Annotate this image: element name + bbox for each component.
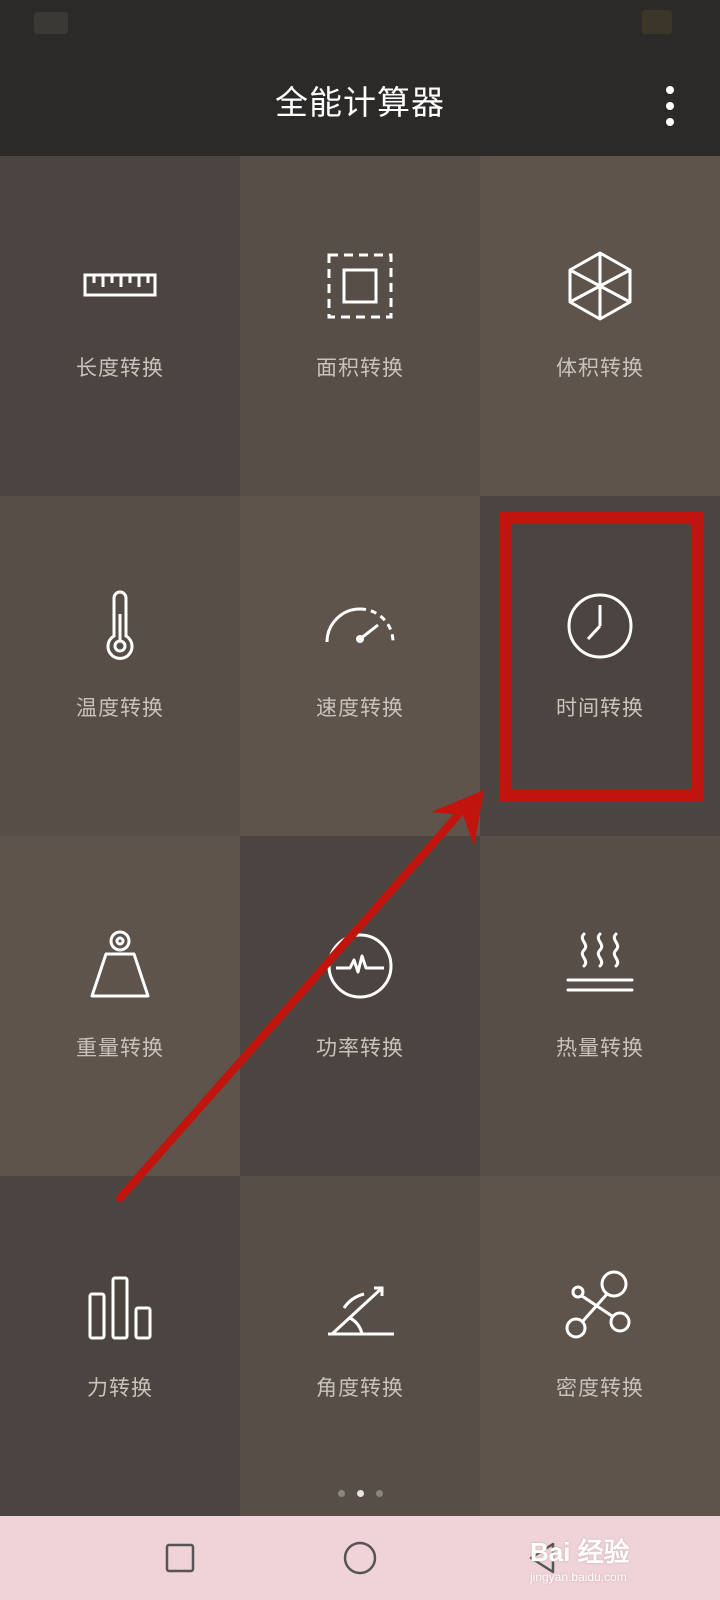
tile-label: 面积转换 <box>316 357 404 380</box>
baidu-watermark: Bai 经验 jingyan.baidu.com <box>530 1530 690 1588</box>
tile-label: 功率转换 <box>316 1037 404 1060</box>
circle-icon <box>343 1541 377 1575</box>
power-pulse-icon <box>324 930 396 1002</box>
menu-dot <box>666 86 674 94</box>
tile-label: 力转换 <box>87 1377 153 1400</box>
tile-time[interactable]: 时间转换 <box>480 496 720 836</box>
cube-icon <box>564 250 636 322</box>
app-title: 全能计算器 <box>275 84 445 121</box>
speedometer-icon <box>324 590 396 662</box>
tile-label: 角度转换 <box>316 1377 404 1400</box>
ruler-icon <box>83 250 157 322</box>
tile-weight[interactable]: 重量转换 <box>0 836 240 1176</box>
heat-icon <box>564 930 636 1002</box>
page-dot <box>337 1490 345 1497</box>
status-icons-left <box>34 12 68 34</box>
page-indicator <box>0 1490 720 1497</box>
tile-force[interactable]: 力转换 <box>0 1176 240 1516</box>
app-bar: 全能计算器 <box>0 48 720 156</box>
battery-icon <box>642 10 672 34</box>
tile-speed[interactable]: 速度转换 <box>240 496 480 836</box>
tile-volume[interactable]: 体积转换 <box>480 156 720 496</box>
screen: 全能计算器 长度转换 面积转换 体积转换 温度转换 速度转换 时间转换 重量转换… <box>0 0 720 1600</box>
molecule-icon <box>564 1270 636 1342</box>
tile-area[interactable]: 面积转换 <box>240 156 480 496</box>
tile-temperature[interactable]: 温度转换 <box>0 496 240 836</box>
tile-length[interactable]: 长度转换 <box>0 156 240 496</box>
clock-icon <box>564 590 636 662</box>
watermark-logo-text: Bai 经验 <box>530 1537 630 1567</box>
page-dot-active <box>356 1490 364 1497</box>
menu-dot <box>666 118 674 126</box>
recent-apps-button[interactable] <box>158 1536 202 1580</box>
tile-label: 时间转换 <box>556 697 644 720</box>
tile-label: 密度转换 <box>556 1377 644 1400</box>
tile-density[interactable]: 密度转换 <box>480 1176 720 1516</box>
tile-power[interactable]: 功率转换 <box>240 836 480 1176</box>
tile-label: 重量转换 <box>76 1037 164 1060</box>
converter-grid: 长度转换 面积转换 体积转换 温度转换 速度转换 时间转换 重量转换 功率转换 … <box>0 156 720 1516</box>
bar-chart-icon <box>84 1270 156 1342</box>
angle-icon <box>324 1270 396 1342</box>
tile-label: 长度转换 <box>76 357 164 380</box>
thermometer-icon <box>84 590 156 662</box>
square-icon <box>165 1543 195 1573</box>
area-square-icon <box>324 250 396 322</box>
status-bar <box>0 0 720 48</box>
menu-dot <box>666 102 674 110</box>
weight-icon <box>84 930 156 1002</box>
watermark-url: jingyan.baidu.com <box>530 1570 627 1584</box>
page-dot <box>375 1490 383 1497</box>
tile-heat[interactable]: 热量转换 <box>480 836 720 1176</box>
home-button[interactable] <box>338 1536 382 1580</box>
tile-label: 体积转换 <box>556 357 644 380</box>
tile-label: 温度转换 <box>76 697 164 720</box>
tile-label: 速度转换 <box>316 697 404 720</box>
more-vertical-icon[interactable] <box>660 86 680 126</box>
navigation-bar: Bai 经验 jingyan.baidu.com <box>0 1516 720 1600</box>
tile-label: 热量转换 <box>556 1037 644 1060</box>
tile-angle[interactable]: 角度转换 <box>240 1176 480 1516</box>
